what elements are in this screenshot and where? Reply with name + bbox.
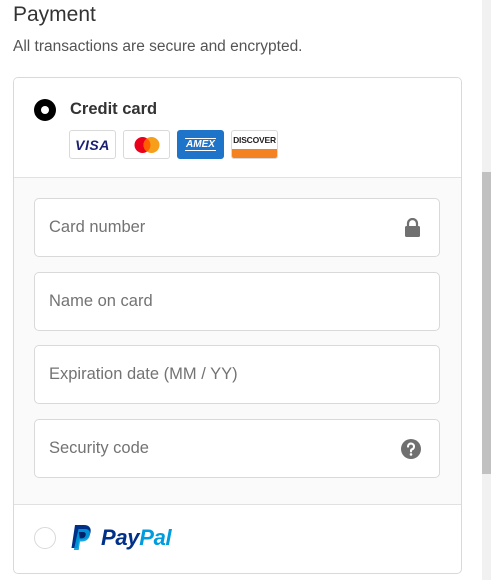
discover-orange-bar xyxy=(232,149,277,158)
paypal-logo-pay: Pay xyxy=(101,525,140,550)
credit-card-label: Credit card xyxy=(70,100,158,118)
card-number-field[interactable]: Card number xyxy=(34,198,440,257)
credit-card-form: Card number Name on card Expiration date… xyxy=(14,177,461,505)
scrollbar-thumb[interactable] xyxy=(482,172,491,474)
paypal-option[interactable]: PayPal xyxy=(69,524,172,552)
discover-logo-icon: DISCOVER xyxy=(231,130,278,159)
payment-page: Payment All transactions are secure and … xyxy=(0,0,491,580)
question-circle-icon[interactable] xyxy=(401,439,421,464)
credit-card-option[interactable]: Credit card VISA AMEX DISCOVER xyxy=(14,78,461,177)
card-brand-logos: VISA AMEX DISCOVER xyxy=(69,130,278,159)
paypal-logo-pal: Pal xyxy=(139,525,172,550)
credit-card-radio[interactable] xyxy=(34,99,56,121)
amex-logo-icon: AMEX xyxy=(177,130,224,159)
payment-methods-panel: Credit card VISA AMEX DISCOVER Card numb… xyxy=(13,77,462,574)
card-number-placeholder: Card number xyxy=(49,218,146,236)
paypal-logo-text: PayPal xyxy=(101,525,172,551)
paypal-radio[interactable] xyxy=(34,527,56,549)
lock-icon xyxy=(404,217,421,243)
expiration-date-placeholder: Expiration date (MM / YY) xyxy=(49,365,238,383)
security-code-field[interactable]: Security code xyxy=(34,419,440,478)
mastercard-circles xyxy=(134,136,159,153)
visa-logo-text: VISA xyxy=(75,136,110,153)
paypal-p-icon xyxy=(71,525,91,550)
name-on-card-placeholder: Name on card xyxy=(49,292,153,310)
visa-logo-icon: VISA xyxy=(69,130,116,159)
expiration-date-field[interactable]: Expiration date (MM / YY) xyxy=(34,345,440,404)
payment-heading: Payment xyxy=(13,3,96,26)
discover-logo-text: DISCOVER xyxy=(233,135,276,145)
payment-subtitle: All transactions are secure and encrypte… xyxy=(13,38,303,55)
amex-logo-text: AMEX xyxy=(185,138,216,151)
mastercard-logo-icon xyxy=(123,130,170,159)
security-code-placeholder: Security code xyxy=(49,439,149,457)
name-on-card-field[interactable]: Name on card xyxy=(34,272,440,331)
